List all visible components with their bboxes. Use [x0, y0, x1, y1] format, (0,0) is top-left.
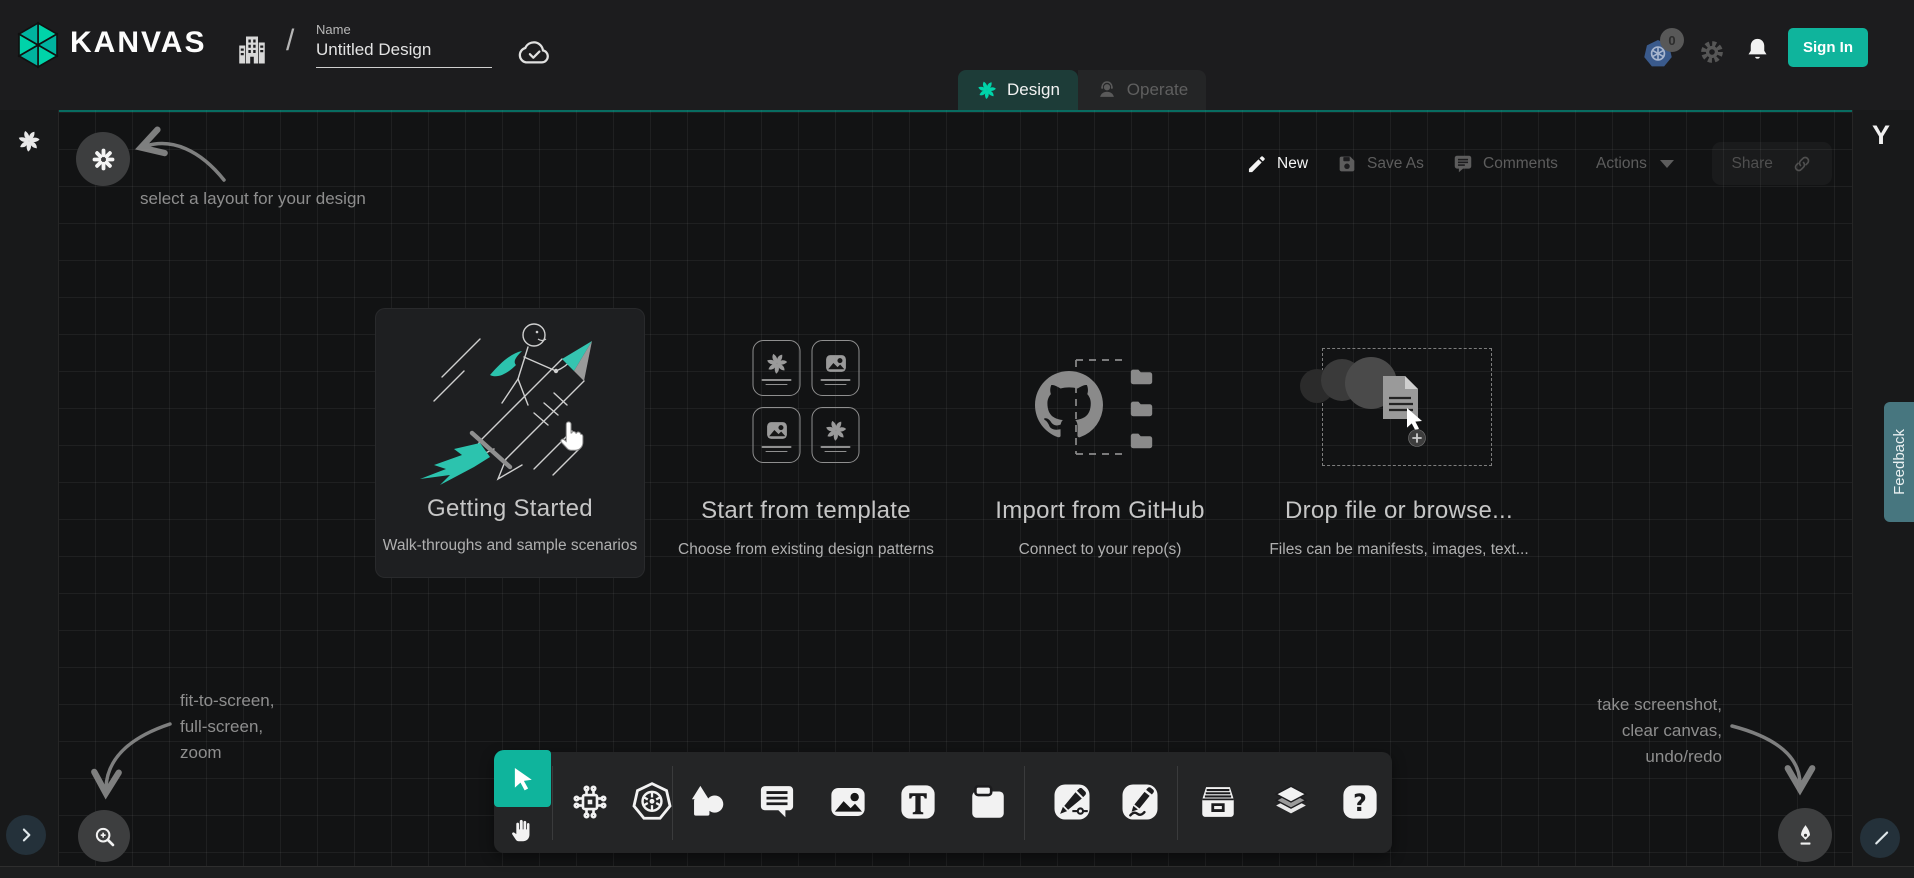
hand-icon [509, 817, 536, 844]
kanvas-wordmark[interactable]: KANVAS [70, 26, 206, 60]
new-design-button[interactable]: New [1246, 150, 1308, 178]
folder-icon [1131, 402, 1152, 417]
feedback-tab[interactable]: Feedback [1884, 402, 1914, 522]
hand-pointer-cursor [556, 419, 586, 456]
toolbar-divider [552, 766, 553, 840]
pen-path-tool-icon[interactable] [1051, 781, 1093, 823]
operate-person-icon [1096, 79, 1118, 101]
sticky-note-tool-icon[interactable] [967, 781, 1009, 823]
github-import-graphic [1030, 352, 1162, 464]
pencil-icon [1246, 153, 1268, 175]
chevron-left-icon [1870, 828, 1890, 848]
tab-operate[interactable]: Operate [1078, 70, 1206, 110]
text-tool-icon[interactable] [897, 781, 939, 823]
save-as-button[interactable]: Save As [1336, 150, 1424, 178]
card-start-from-template[interactable]: Start from template Choose from existing… [666, 330, 946, 570]
settings-gear-icon[interactable] [1698, 38, 1726, 66]
spiral-icon [823, 418, 848, 443]
cursor-arrow-icon [508, 764, 538, 794]
design-name-group: Name [316, 22, 492, 68]
folder-icon [1131, 370, 1152, 385]
folder-icon [1131, 434, 1152, 449]
floppy-icon [1336, 153, 1358, 175]
drawer-tool-icon[interactable] [1197, 781, 1239, 823]
context-count-badge[interactable]: 0 [1660, 28, 1684, 52]
zoom-hint-text: fit-to-screen, full-screen, zoom [180, 688, 274, 766]
sidebar-spiral-icon[interactable] [16, 128, 42, 154]
layout-selector-button[interactable] [76, 132, 130, 186]
template-thumbnails [753, 340, 860, 463]
layout-flower-icon [90, 146, 117, 173]
app-header: KANVAS / Name 0 Sign In [0, 0, 1914, 110]
card-title: Drop file or browse... [1262, 497, 1536, 525]
pan-tool[interactable] [494, 807, 551, 853]
whiteboarding-button[interactable] [1778, 808, 1832, 862]
comment-icon [1452, 153, 1474, 175]
spiral-icon [764, 351, 789, 376]
toolbar-divider [1177, 766, 1178, 840]
help-tool-icon[interactable] [1339, 781, 1381, 823]
bottom-strip [0, 866, 1914, 878]
chevron-right-icon [16, 825, 36, 845]
organization-icon[interactable] [234, 32, 270, 68]
template-thumb [753, 407, 801, 463]
layout-hint-text: select a layout for your design [140, 186, 366, 212]
design-name-input[interactable] [316, 40, 492, 68]
select-tool[interactable] [494, 750, 551, 807]
template-thumb [812, 340, 860, 396]
template-thumb [753, 340, 801, 396]
comment-tool-icon[interactable] [756, 781, 798, 823]
toolbar-divider [1024, 766, 1025, 840]
comments-button[interactable]: Comments [1452, 150, 1558, 178]
rocket-doodle [416, 317, 606, 489]
card-title: Getting Started [376, 495, 644, 523]
breadcrumb-separator: / [286, 24, 294, 58]
name-label: Name [316, 22, 492, 37]
card-title: Start from template [666, 497, 946, 525]
card-subtitle: Files can be manifests, images, text... [1262, 541, 1536, 559]
notifications-bell-icon[interactable] [1744, 36, 1771, 63]
layers-tool-icon[interactable] [1270, 781, 1312, 823]
magnifier-plus-icon [91, 823, 118, 850]
plus-badge [1409, 430, 1426, 447]
expand-left-panel-button[interactable] [6, 815, 46, 855]
file-icon [1383, 376, 1418, 419]
tools-dock [494, 752, 1392, 853]
kanvas-logo-icon[interactable] [12, 21, 64, 69]
sign-in-button[interactable]: Sign In [1788, 28, 1868, 67]
card-drop-file[interactable]: Drop file or browse... Files can be mani… [1262, 330, 1536, 570]
card-getting-started[interactable]: Getting Started Walk-throughs and sample… [375, 308, 645, 578]
github-octocat-icon [1035, 371, 1103, 437]
design-spiral-icon [976, 79, 998, 101]
card-subtitle: Walk-throughs and sample scenarios [376, 537, 644, 555]
tools-hint-text: take screenshot, clear canvas, undo/redo [1560, 692, 1722, 770]
image-icon [823, 351, 848, 376]
shapes-tool-icon[interactable] [686, 781, 728, 823]
kubernetes-tool-icon[interactable] [631, 781, 673, 823]
components-tool-icon[interactable] [569, 781, 611, 823]
card-subtitle: Choose from existing design patterns [666, 541, 946, 559]
kanvas-app: KANVAS / Name 0 Sign In Design Operate Y… [0, 0, 1914, 878]
left-rail [0, 110, 59, 866]
card-import-from-github[interactable]: Import from GitHub Connect to your repo(… [970, 330, 1230, 570]
pen-nib-icon [1792, 822, 1819, 849]
panel-toggle-y[interactable]: Y [1872, 120, 1890, 151]
freehand-draw-tool-icon[interactable] [1119, 781, 1161, 823]
image-tool-icon[interactable] [827, 781, 869, 823]
card-subtitle: Connect to your repo(s) [970, 541, 1230, 559]
card-title: Import from GitHub [970, 497, 1230, 525]
expand-right-panel-button[interactable] [1860, 818, 1900, 858]
actions-dropdown[interactable]: Actions [1596, 150, 1674, 178]
zoom-button[interactable] [78, 810, 130, 862]
drop-file-graphic [1295, 350, 1505, 480]
cloud-saved-icon [516, 39, 553, 66]
template-thumb [812, 407, 860, 463]
image-icon [764, 418, 789, 443]
share-link-icon [1792, 154, 1812, 174]
tab-design[interactable]: Design [958, 70, 1078, 110]
share-button[interactable]: Share [1712, 142, 1832, 185]
chevron-down-icon [1660, 160, 1674, 168]
